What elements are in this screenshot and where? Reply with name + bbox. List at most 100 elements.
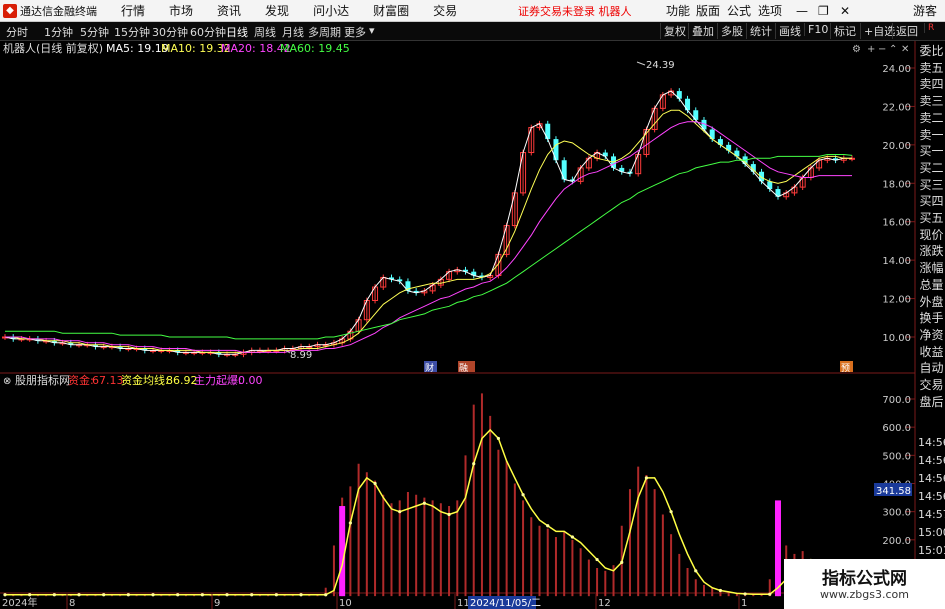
side-label[interactable]: 卖二 (918, 108, 945, 126)
period-15min[interactable]: 15分钟 (114, 24, 150, 40)
fund-avg-dot (348, 521, 352, 525)
menu-market[interactable]: 市场 (169, 2, 193, 19)
side-label[interactable]: 买二 (918, 158, 945, 176)
menu-options[interactable]: 选项 (758, 2, 782, 19)
window-min-icon[interactable]: — (796, 4, 808, 18)
fund-avg-dot (151, 593, 155, 597)
side-label[interactable]: 交易 (918, 376, 945, 393)
side-label[interactable]: 净资 (918, 325, 945, 343)
back-button[interactable]: 返回 (892, 23, 921, 39)
side-label[interactable]: 买四 (918, 192, 945, 210)
side-label[interactable]: 现价 (918, 225, 945, 243)
fund-avg-dot (718, 588, 723, 593)
side-label[interactable]: 收益 (918, 342, 945, 360)
ma60-label: MA60: 19.45 (280, 42, 350, 55)
watermark-url: www.zbgs3.com (820, 588, 909, 601)
side-label[interactable]: 涨幅 (918, 259, 945, 277)
side-label[interactable]: 卖三 (918, 92, 945, 110)
side-label[interactable]: 换手 (918, 309, 945, 327)
fund-avg-dot (644, 476, 649, 480)
period-more[interactable]: 更多 (344, 24, 366, 40)
menu-layout[interactable]: 版面 (696, 2, 720, 19)
side-label[interactable]: 买一 (918, 142, 945, 160)
zoom-in-icon[interactable]: + (867, 44, 875, 55)
f10-button[interactable]: F10 (804, 23, 831, 36)
guest-login[interactable]: 游客 (913, 2, 937, 19)
chevron-down-icon[interactable]: ▾ (369, 24, 375, 37)
fund-avg-dot (472, 462, 476, 466)
app-name: 通达信金融终端 (20, 4, 97, 18)
overlay-button[interactable]: 叠加 (688, 23, 717, 39)
menu-function[interactable]: 功能 (666, 2, 690, 19)
side-label[interactable]: 涨跌 (918, 242, 945, 260)
side-time: 15:00 (918, 526, 945, 539)
indicator-settings-icon[interactable]: ⊗ (3, 376, 11, 387)
adjust-button[interactable]: 复权 (660, 23, 689, 39)
side-label[interactable]: 卖一 (918, 125, 945, 143)
period-5min[interactable]: 5分钟 (80, 24, 109, 40)
menu-quotes[interactable]: 行情 (121, 2, 145, 19)
period-multi[interactable]: 多周期 (308, 24, 341, 40)
period-60min[interactable]: 60分钟 (190, 24, 226, 40)
side-label[interactable]: 外盘 (918, 292, 945, 310)
side-label[interactable]: 委比 (918, 42, 945, 59)
r-label: R (924, 23, 937, 33)
upper-y-tick-label: 12.00 (882, 295, 911, 306)
menu-ask[interactable]: 问小达 (313, 2, 349, 19)
close-icon[interactable]: ✕ (901, 44, 909, 55)
side-label[interactable]: 买三 (918, 175, 945, 193)
fund-avg-dot (3, 593, 7, 597)
upper-y-tick-label: 18.00 (882, 179, 911, 190)
margin-marker[interactable]: 融 (459, 363, 468, 374)
side-time: 14:56 (918, 472, 945, 485)
period-week[interactable]: 周线 (254, 24, 276, 40)
side-label[interactable]: 卖四 (918, 75, 945, 93)
menu-news[interactable]: 资讯 (217, 2, 241, 19)
low-label: 8.99 (290, 350, 312, 361)
x-label-sep: 9 (214, 598, 220, 609)
window-close-icon[interactable]: ✕ (840, 4, 850, 18)
period-day[interactable]: 日线 (226, 24, 248, 40)
menu-trade[interactable]: 交易 (433, 2, 457, 19)
forecast-marker[interactable]: 预 (841, 363, 850, 374)
fund-label: 资金: (68, 373, 94, 387)
fund-avg-dot (126, 593, 130, 597)
draw-button[interactable]: 画线 (775, 23, 804, 39)
stats-button[interactable]: 统计 (746, 23, 775, 39)
multi-stock-button[interactable]: 多股 (717, 23, 746, 39)
menu-formula[interactable]: 公式 (727, 2, 751, 19)
period-month[interactable]: 月线 (282, 24, 304, 40)
upper-y-tick-label: 20.00 (882, 141, 911, 152)
upper-y-tick-label: 16.00 (882, 218, 911, 229)
window-restore-icon[interactable]: ❐ (818, 4, 829, 18)
menu-wealth[interactable]: 财富圈 (373, 2, 409, 19)
side-label[interactable]: 卖五 (918, 58, 945, 76)
finance-marker[interactable]: 财 (425, 362, 434, 374)
main-burst-value: 0.00 (238, 374, 263, 387)
zoom-out-icon[interactable]: − (878, 44, 886, 55)
chart-canvas[interactable]: 机器人(日线 前复权) MA5: 19.19 MA10: 19.32 MA20:… (0, 41, 945, 609)
candle-body (561, 160, 567, 180)
fund-avg-dot (324, 593, 328, 597)
fund-avg-dot (496, 436, 500, 441)
fund-avg-dot (620, 560, 624, 564)
side-label[interactable]: 总量 (918, 275, 945, 293)
gear-icon[interactable]: ⚙ (852, 44, 861, 55)
fund-avg-dot (570, 535, 575, 539)
side-label[interactable]: 自动 (918, 359, 945, 377)
side-time: 14:56 (918, 490, 945, 503)
trade-login-warning[interactable]: 证券交易未登录 机器人 (518, 3, 632, 19)
period-minute[interactable]: 分时 (6, 24, 28, 40)
period-1min[interactable]: 1分钟 (44, 24, 73, 40)
mark-button[interactable]: 标记 (830, 23, 859, 39)
side-time: 14:57 (918, 508, 945, 521)
side-label[interactable]: 买五 (918, 209, 945, 226)
upper-y-tick-label: 10.00 (882, 333, 911, 344)
side-label[interactable]: 盘后 (918, 392, 945, 410)
menu-discover[interactable]: 发现 (265, 2, 289, 19)
period-30min[interactable]: 30分钟 (152, 24, 188, 40)
chevron-up-icon[interactable]: ⌃ (889, 44, 897, 55)
indicator-name: 股朋指标网 (15, 373, 70, 387)
main-burst-label: 主力起爆: (194, 373, 242, 387)
x-cursor-date: 2024/11/05/二 (470, 598, 541, 609)
